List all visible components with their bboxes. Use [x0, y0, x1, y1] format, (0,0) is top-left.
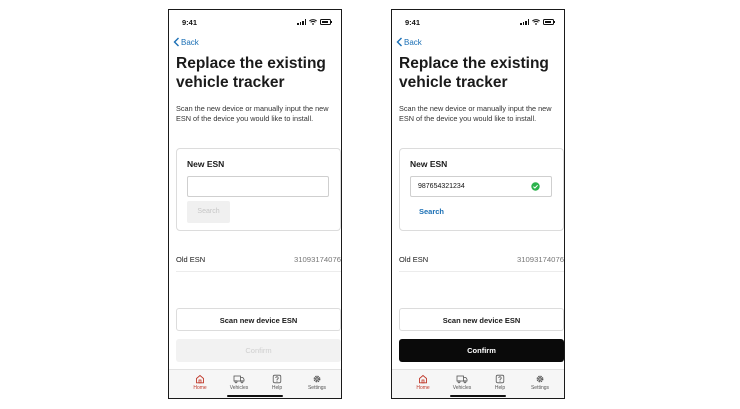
phone-screen-empty: 9:41 Back Replace the existing vehicle t… [168, 9, 342, 399]
scan-device-esn-button[interactable]: Scan new device ESN [399, 308, 564, 331]
tab-vehicles[interactable]: Vehicles [225, 374, 253, 391]
status-bar: 9:41 [392, 18, 564, 30]
battery-icon [543, 19, 556, 25]
old-esn-value: 31093174076 [516, 255, 564, 264]
help-icon [495, 374, 505, 384]
home-indicator [227, 394, 283, 397]
back-label: Back [404, 37, 422, 47]
scan-device-esn-button[interactable]: Scan new device ESN [176, 308, 341, 331]
phone-screen-filled: 9:41 Back Replace the existing vehicle t… [391, 9, 565, 399]
new-esn-card: New ESN 987654321234 Search [399, 148, 564, 231]
tab-home-label: Home [416, 385, 430, 391]
tab-help-label: Help [271, 385, 283, 391]
wifi-icon [309, 19, 317, 25]
truck-icon [233, 375, 245, 384]
back-button[interactable]: Back [173, 37, 199, 47]
new-esn-card: New ESN Search [176, 148, 341, 231]
tab-help-label: Help [494, 385, 506, 391]
confirm-button[interactable]: Confirm [399, 339, 564, 362]
help-icon [272, 374, 282, 384]
tab-settings[interactable]: Settings [526, 374, 554, 391]
old-esn-row: Old ESN 31093174076 [399, 255, 564, 272]
tab-home-label: Home [193, 385, 207, 391]
check-circle-icon [531, 182, 540, 191]
tab-vehicles[interactable]: Vehicles [448, 374, 476, 391]
new-esn-label: New ESN [187, 159, 225, 169]
tab-vehicles-label: Vehicles [452, 385, 472, 391]
home-indicator [450, 394, 506, 397]
new-esn-label: New ESN [410, 159, 448, 169]
old-esn-row: Old ESN 31093174076 [176, 255, 341, 272]
tab-bar: Home Vehicles Help Settings [392, 369, 564, 398]
home-icon [419, 374, 427, 384]
truck-icon [456, 375, 468, 384]
gear-icon [313, 375, 321, 383]
signal-icon [297, 19, 306, 25]
home-icon [196, 374, 204, 384]
tab-settings-label: Settings [530, 385, 550, 391]
tab-settings[interactable]: Settings [303, 374, 331, 391]
chevron-left-icon [173, 37, 179, 47]
battery-icon [320, 19, 333, 25]
tab-home[interactable]: Home [186, 374, 214, 391]
confirm-button[interactable]: Confirm [176, 339, 341, 362]
page-description: Scan the new device or manually input th… [176, 104, 329, 124]
back-label: Back [181, 37, 199, 47]
page-title: Replace the existing vehicle tracker [399, 55, 549, 91]
tab-help[interactable]: Help [486, 374, 514, 391]
tab-bar: Home Vehicles Help Settings [169, 369, 341, 398]
tab-settings-label: Settings [307, 385, 327, 391]
status-time: 9:41 [405, 18, 421, 27]
old-esn-label: Old ESN [176, 255, 206, 264]
page-title: Replace the existing vehicle tracker [176, 55, 326, 91]
gear-icon [536, 375, 544, 383]
status-bar: 9:41 [169, 18, 341, 30]
back-button[interactable]: Back [396, 37, 422, 47]
status-time: 9:41 [182, 18, 198, 27]
tab-vehicles-label: Vehicles [229, 385, 249, 391]
old-esn-label: Old ESN [399, 255, 429, 264]
status-icons [520, 19, 556, 25]
tab-help[interactable]: Help [263, 374, 291, 391]
signal-icon [520, 19, 529, 25]
old-esn-value: 31093174076 [293, 255, 341, 264]
status-icons [297, 19, 333, 25]
search-button[interactable]: Search [187, 201, 230, 223]
tab-home[interactable]: Home [409, 374, 437, 391]
page-description: Scan the new device or manually input th… [399, 104, 552, 124]
search-button[interactable]: Search [419, 207, 444, 216]
wifi-icon [532, 19, 540, 25]
chevron-left-icon [396, 37, 402, 47]
new-esn-input[interactable] [187, 176, 329, 197]
